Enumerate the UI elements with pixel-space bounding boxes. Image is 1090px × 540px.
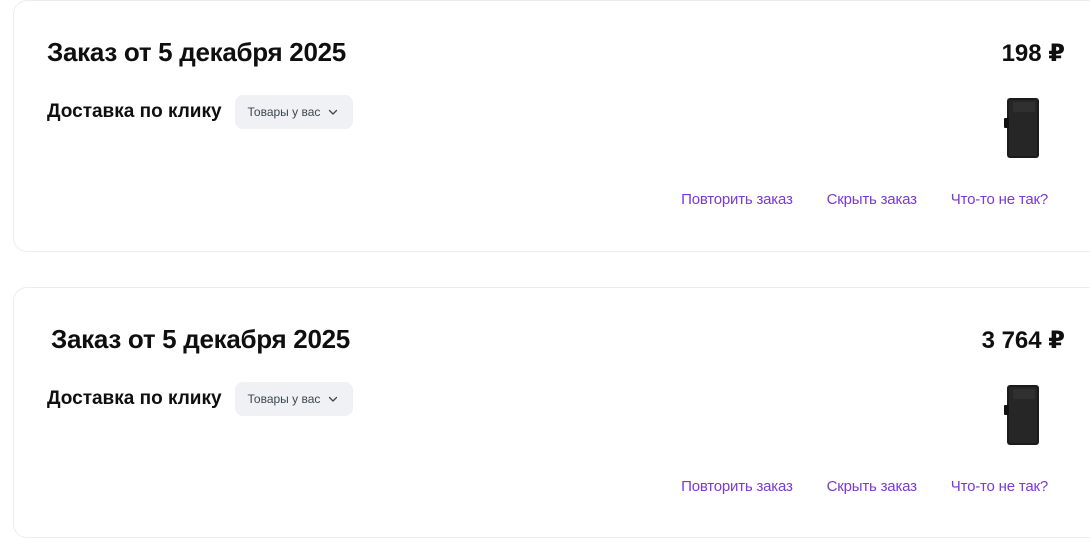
order-price: 3 764 ₽ bbox=[981, 327, 1065, 354]
report-problem-link[interactable]: Что-то не так? bbox=[951, 191, 1048, 208]
hide-order-link[interactable]: Скрыть заказ bbox=[827, 478, 917, 495]
external-drive-icon[interactable] bbox=[1001, 96, 1043, 160]
order-card: Заказ от 5 декабря 2025 3 764 ₽ Доставка… bbox=[13, 287, 1090, 538]
repeat-order-link[interactable]: Повторить заказ bbox=[681, 478, 793, 495]
report-problem-link[interactable]: Что-то не так? bbox=[951, 478, 1048, 495]
order-title: Заказ от 5 декабря 2025 bbox=[51, 324, 350, 354]
order-card: Заказ от 5 декабря 2025 198 ₽ Доставка п… bbox=[13, 0, 1090, 252]
order-status-dropdown[interactable]: Товары у вас bbox=[234, 382, 354, 416]
external-drive-icon[interactable] bbox=[1001, 383, 1043, 447]
delivery-row: Доставка по клику Товары у вас bbox=[47, 95, 354, 129]
orders-page: Заказ от 5 декабря 2025 198 ₽ Доставка п… bbox=[0, 0, 1090, 540]
delivery-method-label: Доставка по клику bbox=[47, 388, 222, 409]
order-status-label: Товары у вас bbox=[247, 392, 321, 406]
repeat-order-link[interactable]: Повторить заказ bbox=[681, 191, 793, 208]
order-status-dropdown[interactable]: Товары у вас bbox=[234, 95, 354, 129]
delivery-method-label: Доставка по клику bbox=[47, 101, 222, 122]
order-title: Заказ от 5 декабря 2025 bbox=[47, 37, 346, 67]
order-actions: Повторить заказ Скрыть заказ Что-то не т… bbox=[681, 191, 1048, 208]
hide-order-link[interactable]: Скрыть заказ bbox=[827, 191, 917, 208]
order-price: 198 ₽ bbox=[1001, 40, 1065, 67]
delivery-row: Доставка по клику Товары у вас bbox=[47, 382, 354, 416]
chevron-down-icon bbox=[329, 396, 338, 402]
order-actions: Повторить заказ Скрыть заказ Что-то не т… bbox=[681, 478, 1048, 495]
chevron-down-icon bbox=[329, 109, 338, 115]
order-status-label: Товары у вас bbox=[247, 105, 321, 119]
